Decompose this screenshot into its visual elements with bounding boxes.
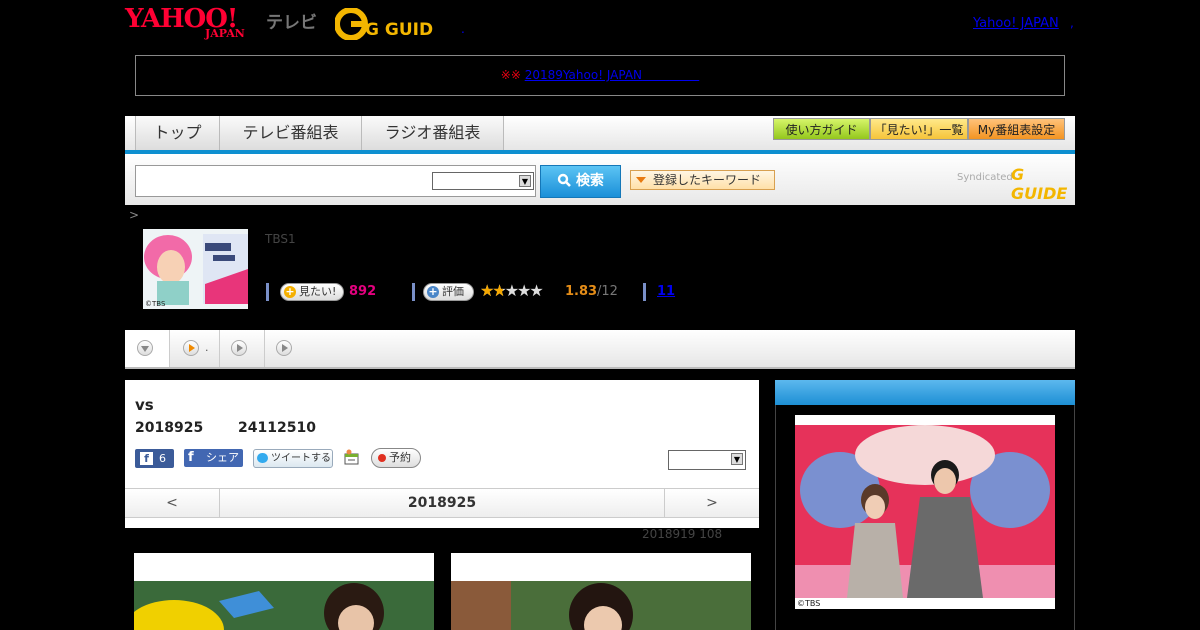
program-photo-2[interactable] — [451, 553, 751, 630]
tweet-label: ツイートする — [271, 453, 331, 464]
play-icon — [231, 340, 247, 356]
registered-keywords-label: 登録したキーワード — [653, 173, 762, 187]
facebook-like-button[interactable]: f 6 — [135, 449, 174, 468]
program-thumbnail[interactable]: ©TBS — [143, 229, 248, 309]
current-date: 2018925 — [407, 495, 477, 511]
review-count-link[interactable]: 11 — [657, 284, 675, 299]
subtab-1-label: . — [205, 341, 209, 354]
want-list-button[interactable]: 「見たい!」一覧 — [870, 118, 968, 140]
chevron-down-icon — [137, 340, 153, 356]
tv-logo-label: テレビ — [266, 13, 317, 33]
divider-bar — [266, 283, 269, 301]
notice-link-underline[interactable] — [642, 68, 699, 82]
facebook-share-button[interactable]: f シェア — [184, 449, 243, 467]
rating-count: /12 — [597, 284, 618, 299]
facebook-icon: f — [188, 450, 194, 465]
yahoo-japan-logo-text: JAPAN — [205, 27, 245, 40]
chevron-down-icon: ▼ — [519, 175, 531, 187]
plus-icon: + — [284, 285, 296, 298]
want-count: 892 — [349, 284, 377, 299]
triangle-down-icon — [636, 177, 646, 183]
subtab-3[interactable] — [265, 330, 310, 367]
program-photo-1[interactable] — [134, 553, 434, 630]
search-category-select[interactable]: ▼ — [432, 172, 534, 190]
program-date: 2018925 — [135, 420, 204, 436]
next-date-button[interactable]: > — [664, 489, 759, 517]
prev-date-button[interactable]: < — [125, 489, 220, 517]
divider-bar — [412, 283, 415, 301]
rating-value: 1.83 — [565, 284, 598, 299]
header-separator-dot: . — [461, 22, 465, 36]
record-dot-icon — [378, 454, 386, 462]
chevron-down-icon: ▼ — [731, 453, 743, 465]
channel-label: TBS1 — [265, 232, 296, 246]
main-nav: トップ テレビ番組表 ラジオ番組表 使い方ガイド 「見たい!」一覧 My番組表設… — [125, 116, 1075, 154]
star-rating: ★★★★★ ★★★★★ — [480, 281, 544, 300]
gguide-logo-text: G GUIDE — [365, 20, 433, 40]
rate-button[interactable]: + 評価 — [423, 283, 474, 301]
subtab-menu[interactable] — [125, 330, 170, 367]
yahoo-japan-link[interactable]: Yahoo! JAPAN — [973, 16, 1059, 31]
divider-bar — [643, 283, 646, 301]
date-navigation: < 2018925 > — [125, 488, 759, 518]
program-title: vs — [135, 396, 154, 414]
side-panel-header — [775, 380, 1075, 405]
tweet-button[interactable]: ツイートする — [253, 449, 333, 468]
calendar-add-icon[interactable] — [344, 449, 359, 465]
subtab-2[interactable] — [220, 330, 265, 367]
tab-top[interactable]: トップ — [135, 116, 220, 150]
syndicated-label: Syndicated — [957, 172, 1013, 183]
search-button[interactable]: 検索 — [540, 165, 621, 198]
program-detail-panel: vs 2018925 24112510 f 6 f シェア ツイートする 予約 … — [125, 380, 759, 528]
header-separator-comma: , — [1070, 16, 1074, 30]
breadcrumb: > — [129, 208, 140, 222]
search-button-label: 検索 — [575, 173, 604, 189]
search-icon — [557, 173, 571, 187]
reserve-button[interactable]: 予約 — [371, 448, 421, 468]
registered-keywords-button[interactable]: 登録したキーワード — [630, 170, 775, 190]
previous-airing-text: 2018919 108 — [642, 527, 723, 541]
thumbnail-credit: ©TBS — [145, 300, 166, 308]
subtab-1[interactable]: . — [170, 330, 220, 367]
reserve-label: 予約 — [389, 451, 411, 464]
side-image-credit: ©TBS — [797, 599, 820, 608]
star-rating-fill: ★★★★★ — [480, 281, 503, 300]
notice-box: ※※ 20189Yahoo! JAPAN — [135, 55, 1065, 96]
gguide-logo[interactable]: G GUIDE — [335, 8, 433, 40]
guide-button[interactable]: 使い方ガイド — [773, 118, 870, 140]
program-time: 24112510 — [238, 420, 316, 436]
page: YAHOO! JAPAN テレビ G GUIDE . Yahoo! JAPAN … — [0, 0, 1200, 630]
facebook-icon: f — [140, 452, 153, 465]
my-schedule-settings-button[interactable]: My番組表設定 — [968, 118, 1065, 140]
play-icon — [183, 340, 199, 356]
want-button[interactable]: + 見たい! — [280, 283, 344, 301]
facebook-share-label: シェア — [206, 451, 239, 464]
plus-icon: + — [427, 285, 439, 298]
want-button-label: 見たい! — [299, 285, 337, 298]
side-program-image[interactable]: ©TBS — [795, 415, 1055, 609]
search-bar: ▼ 検索 登録したキーワード Syndicated G GUIDE — [125, 154, 1075, 205]
play-icon — [276, 340, 292, 356]
notice-link[interactable]: 20189Yahoo! JAPAN — [525, 68, 642, 82]
tab-tv-schedule[interactable]: テレビ番組表 — [219, 116, 362, 150]
recorder-select[interactable]: ▼ — [668, 450, 746, 470]
rate-button-label: 評価 — [442, 285, 464, 298]
notice-marks: ※※ — [500, 68, 521, 82]
sub-tabs: . — [125, 330, 1075, 369]
facebook-like-count: 6 — [159, 452, 166, 465]
syndicated-gguide-logo: G GUIDE — [1011, 165, 1068, 203]
tab-radio-schedule[interactable]: ラジオ番組表 — [361, 116, 504, 150]
twitter-bird-icon — [257, 453, 268, 463]
